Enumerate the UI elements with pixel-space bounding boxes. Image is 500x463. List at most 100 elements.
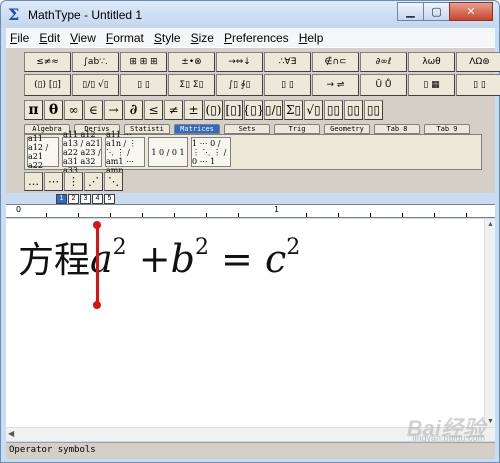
size-5-button[interactable]: 5	[104, 194, 115, 204]
less-equal-button[interactable]: ≤	[144, 100, 163, 120]
menu-edit[interactable]: Edit	[39, 31, 60, 45]
greek-lowercase-palette[interactable]: λωθ	[408, 52, 455, 72]
exponent-c: 2	[286, 235, 301, 260]
size-3-button[interactable]: 3	[80, 194, 91, 204]
summation-palette[interactable]: Σ▯ Σ▯	[168, 74, 215, 96]
matrix-3x3-template[interactable]: a11 a12 a13 / a21 a22 a23 / a31 a32 a33	[62, 130, 102, 175]
fence-templates-palette[interactable]: (▯) [▯]	[24, 74, 71, 96]
matrix-mxn-template[interactable]: a11 ⋯ a1n / ⋮ ⋱ ⋮ / am1 ⋯ amn	[105, 130, 145, 175]
window-controls: ▁ ▢ ✕	[397, 2, 493, 21]
menu-view[interactable]: View	[70, 31, 96, 45]
partial-button[interactable]: ∂	[124, 100, 143, 120]
watermark-url: jingyan.baidu.com	[412, 433, 485, 443]
sqrt-button[interactable]: √▯	[304, 100, 323, 120]
element-of-button[interactable]: ∈	[84, 100, 103, 120]
products-set-palette[interactable]: Ū Ů	[360, 74, 407, 96]
brackets-button[interactable]: [▯]	[224, 100, 243, 120]
identity-nxn-template[interactable]: 1 ⋯ 0 / ⋮ ⋱ ⋮ / 0 ⋯ 1	[191, 137, 231, 167]
maximize-button[interactable]: ▢	[423, 2, 450, 21]
sigma-icon: Σ	[8, 5, 20, 24]
misc-symbols-palette[interactable]: ∂∞ℓ	[360, 52, 407, 72]
tab-matrices[interactable]: Matrices	[174, 124, 220, 134]
set-theory-palette[interactable]: ∉∩⊂	[312, 52, 359, 72]
template-palette-row: (▯) [▯] ▯/▯ √▯ ▯ ▯ Σ▯ Σ▯ ∫▯ ∮▯ ▯ ▯ → ⇌ Ū…	[24, 74, 500, 96]
fraction-button[interactable]: ▯/▯	[264, 100, 283, 120]
relational-symbols-palette[interactable]: ≤≠≈	[24, 52, 71, 72]
labeled-arrow-palette[interactable]: → ⇌	[312, 74, 359, 96]
superscript-button[interactable]: ▯▯	[324, 100, 343, 120]
integral-palette[interactable]: ∫▯ ∮▯	[216, 74, 263, 96]
sum-button[interactable]: Σ▯	[284, 100, 303, 120]
logical-symbols-palette[interactable]: ∴∀∃	[264, 52, 311, 72]
ruler-tick	[238, 213, 239, 217]
size-4-button[interactable]: 4	[92, 194, 103, 204]
scroll-left-icon[interactable]: ◀	[8, 429, 14, 438]
sub-superscript-button[interactable]: ▯▯	[364, 100, 383, 120]
menu-file[interactable]: File	[10, 31, 29, 45]
scroll-down-icon[interactable]: ▼	[487, 418, 494, 425]
scroll-up-icon[interactable]: ▲	[487, 221, 494, 228]
ruler-tick	[466, 213, 467, 217]
menu-preferences[interactable]: Preferences	[224, 31, 289, 45]
midline-ellipsis-button[interactable]: ⋯	[44, 172, 63, 191]
fraction-radical-palette[interactable]: ▯/▯ √▯	[72, 74, 119, 96]
ruler-tick	[370, 213, 371, 217]
size-1-button[interactable]: 1	[56, 194, 67, 204]
menu-help[interactable]: Help	[299, 31, 324, 45]
menu-size[interactable]: Size	[191, 31, 214, 45]
plus-sign: +	[138, 237, 171, 281]
equation: 方程a2 +b2 = c2	[18, 231, 300, 283]
mathtype-window: Σ MathType - Untitled 1 ▁ ▢ ✕ File Edit …	[0, 0, 500, 463]
not-equal-button[interactable]: ≠	[164, 100, 183, 120]
arrow-button[interactable]: →	[104, 100, 123, 120]
marker-top-dot	[93, 221, 101, 229]
vertical-ellipsis-button[interactable]: ⋮	[64, 172, 83, 191]
embellishments-palette[interactable]: ⊞ ⊞ ⊞	[120, 52, 167, 72]
arrow-symbols-palette[interactable]: →⇔↓	[216, 52, 263, 72]
plus-minus-button[interactable]: ±	[184, 100, 203, 120]
tab-8[interactable]: Tab 8	[374, 124, 420, 134]
var-c: c	[264, 237, 287, 281]
pi-button[interactable]: π	[24, 100, 43, 120]
tab-geometry[interactable]: Geometry	[324, 124, 370, 134]
spaces-ellipses-palette[interactable]: ∫ab∵.	[72, 52, 119, 72]
equation-editor-area[interactable]: 方程a2 +b2 = c2	[6, 219, 484, 427]
identity-2x2-template[interactable]: 1 0 / 0 1	[148, 137, 188, 167]
tab-sets[interactable]: Sets	[224, 124, 270, 134]
equals-sign: =	[221, 237, 253, 281]
vertical-scrollbar[interactable]: ▲ ▼	[484, 219, 495, 427]
subscript-button[interactable]: ▯▯	[344, 100, 363, 120]
ellipsis-row: … ⋯ ⋮ ⋰ ⋱	[24, 172, 124, 191]
greek-uppercase-palette[interactable]: ΛΩ⊛	[456, 52, 500, 72]
ruler-tick	[338, 213, 339, 217]
tab-trig[interactable]: Trig	[274, 124, 320, 134]
infinity-button[interactable]: ∞	[64, 100, 83, 120]
ruler-tick	[206, 213, 207, 217]
ruler-label-0: 0	[16, 205, 22, 214]
title-bar[interactable]: Σ MathType - Untitled 1 ▁ ▢ ✕	[1, 1, 499, 28]
menu-format[interactable]: Format	[106, 31, 144, 45]
subscript-superscript-palette[interactable]: ▯ ▯	[120, 74, 167, 96]
baseline-ellipsis-button[interactable]: …	[24, 172, 43, 191]
box-strikethrough-palette[interactable]: ▯ ▯	[456, 74, 500, 96]
theta-button[interactable]: θ	[44, 100, 63, 120]
parentheses-button[interactable]: (▯)	[204, 100, 223, 120]
minimize-button[interactable]: ▁	[397, 2, 424, 21]
matrices-tab-panel: a11 a12 / a21 a22 a11 a12 a13 / a21 a22 …	[24, 130, 482, 175]
ruler-tick	[434, 213, 435, 217]
menu-style[interactable]: Style	[154, 31, 181, 45]
status-bar: Operator symbols	[6, 442, 495, 459]
matrix-palette[interactable]: ▯ ▦	[408, 74, 455, 96]
matrix-2x2-template[interactable]: a11 a12 / a21 a22	[27, 134, 59, 170]
close-button[interactable]: ✕	[449, 2, 493, 21]
exponent-b: 2	[194, 235, 209, 260]
operator-symbols-palette[interactable]: ±•⊗	[168, 52, 215, 72]
diagonal-down-ellipsis-button[interactable]: ⋱	[104, 172, 123, 191]
bar-size-selector: 1 2 3 4 5	[56, 194, 116, 204]
ruler[interactable]: 0 1	[6, 204, 495, 218]
braces-button[interactable]: {▯}	[244, 100, 263, 120]
diagonal-up-ellipsis-button[interactable]: ⋰	[84, 172, 103, 191]
underbar-overbar-palette[interactable]: ▯ ▯	[264, 74, 311, 96]
tab-9[interactable]: Tab 9	[424, 124, 470, 134]
size-2-button[interactable]: 2	[68, 194, 79, 204]
